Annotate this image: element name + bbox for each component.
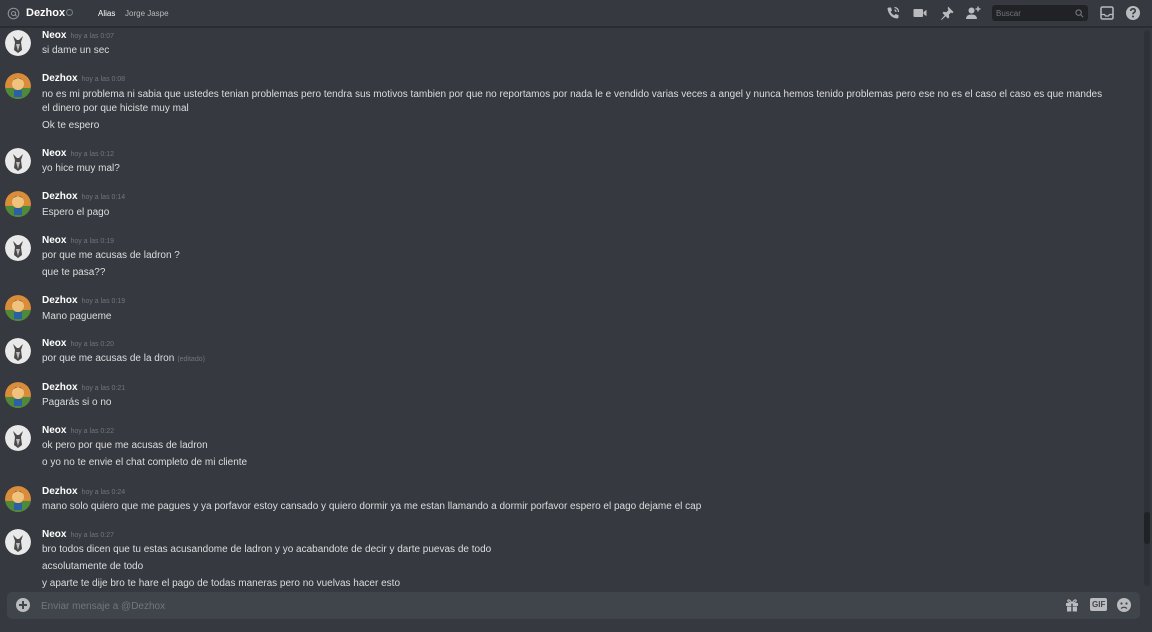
anime-avatar-icon [5, 295, 31, 321]
anime-avatar-icon [5, 191, 31, 217]
call-icon[interactable] [885, 5, 901, 21]
avatar-neox[interactable] [5, 235, 31, 261]
channel-header: Dezhox Alias Jorge Jaspe [0, 0, 1152, 27]
message-text: por que me acusas de ladron ? [42, 250, 180, 261]
avatar-dezhox[interactable] [5, 486, 31, 512]
avatar-dezhox[interactable] [5, 382, 31, 408]
avatar-neox[interactable] [5, 30, 31, 56]
help-icon[interactable] [1125, 5, 1141, 21]
message-timestamp: hoy a las 0:19 [81, 298, 126, 305]
message-timestamp: hoy a las 0:14 [81, 194, 126, 201]
video-icon[interactable] [912, 5, 928, 21]
avatar-dezhox[interactable] [5, 73, 31, 99]
message-author[interactable]: Dezhox hoy a las 0:21 [42, 382, 125, 393]
channel-title: Dezhox [26, 7, 66, 19]
message-timestamp: hoy a las 0:22 [70, 428, 115, 435]
message-timestamp: hoy a las 0:12 [70, 151, 115, 158]
anime-avatar-icon [5, 382, 31, 408]
avatar-dezhox[interactable] [5, 191, 31, 217]
message-composer: GIF [7, 592, 1140, 619]
avatar-dezhox[interactable] [5, 295, 31, 321]
message-text: ok pero por que me acusas de ladron [42, 440, 208, 451]
gif-label: GIF [1092, 600, 1106, 609]
gift-icon[interactable] [1064, 597, 1080, 613]
message-text: bro todos dicen que tu estas acusandome … [42, 544, 492, 555]
alias-value: Jorge Jaspe [125, 9, 169, 18]
wolf-avatar-icon [5, 235, 31, 261]
message-author[interactable]: Dezhox hoy a las 0:08 [42, 73, 125, 84]
inbox-icon[interactable] [1099, 5, 1115, 21]
message-text: y aparte te dije bro te hare el pago de … [42, 578, 401, 588]
edited-tag: (editado) [177, 356, 205, 363]
message-timestamp: hoy a las 0:19 [70, 238, 115, 245]
message-text: si dame un sec [42, 45, 110, 56]
message-text: Pagarás si o no [42, 397, 112, 408]
message-text: acsolutamente de todo [42, 561, 144, 572]
message-text: o yo no te envie el chat completo de mi … [42, 457, 248, 468]
upload-plus-icon[interactable] [16, 598, 30, 612]
anime-avatar-icon [5, 486, 31, 512]
alias-label: Alias [98, 9, 116, 18]
message-author[interactable]: Dezhox hoy a las 0:14 [42, 191, 125, 202]
message-input[interactable] [41, 599, 1041, 613]
message-author[interactable]: Neox hoy a las 0:07 [42, 30, 114, 41]
add-friend-icon[interactable] [965, 5, 981, 21]
message-author[interactable]: Neox hoy a las 0:27 [42, 529, 114, 540]
message-timestamp: hoy a las 0:24 [81, 489, 126, 496]
wolf-avatar-icon [5, 30, 31, 56]
scrollbar-track[interactable] [1144, 30, 1150, 586]
wolf-avatar-icon [5, 425, 31, 451]
pin-icon[interactable] [939, 5, 955, 21]
message-text: Ok te espero [42, 120, 100, 131]
message-text: no es mi problema ni sabia que ustedes t… [42, 89, 1103, 114]
message-text: que te pasa?? [42, 267, 106, 278]
avatar-neox[interactable] [5, 529, 31, 555]
anime-avatar-icon [5, 73, 31, 99]
message-author[interactable]: Dezhox hoy a las 0:24 [42, 486, 125, 497]
message-author[interactable]: Neox hoy a las 0:12 [42, 148, 114, 159]
emoji-icon[interactable] [1116, 597, 1132, 613]
message-timestamp: hoy a las 0:07 [70, 33, 115, 40]
message-author[interactable]: Neox hoy a las 0:20 [42, 338, 114, 349]
message-author[interactable]: Neox hoy a las 0:19 [42, 235, 114, 246]
scrollbar-thumb[interactable] [1144, 512, 1150, 544]
message-timestamp: hoy a las 0:21 [81, 385, 126, 392]
avatar-neox[interactable] [5, 425, 31, 451]
search-input[interactable] [996, 7, 1074, 19]
message-text: mano solo quiero que me pagues y ya porf… [42, 501, 702, 512]
message-timestamp: hoy a las 0:20 [70, 341, 115, 348]
avatar-neox[interactable] [5, 148, 31, 174]
search-box[interactable] [992, 5, 1088, 21]
message-author[interactable]: Dezhox hoy a las 0:19 [42, 295, 125, 306]
message-text: Espero el pago [42, 207, 110, 218]
message-text: Mano pagueme [42, 311, 112, 322]
avatar-neox[interactable] [5, 338, 31, 364]
message-timestamp: hoy a las 0:27 [70, 532, 115, 539]
message-timestamp: hoy a las 0:08 [81, 76, 126, 83]
wolf-avatar-icon [5, 529, 31, 555]
offline-status-icon [66, 9, 73, 16]
message-author[interactable]: Neox hoy a las 0:22 [42, 425, 114, 436]
wolf-avatar-icon [5, 148, 31, 174]
gif-icon[interactable]: GIF [1090, 598, 1107, 611]
at-sign-icon [7, 7, 20, 20]
message-text: por que me acusas de la dron (editado) [42, 353, 205, 364]
search-icon [1075, 9, 1084, 18]
wolf-avatar-icon [5, 338, 31, 364]
message-text: yo hice muy mal? [42, 163, 120, 174]
message-list[interactable]: Neox hoy a las 0:07 si dame un sec Dezhox… [0, 28, 1152, 588]
